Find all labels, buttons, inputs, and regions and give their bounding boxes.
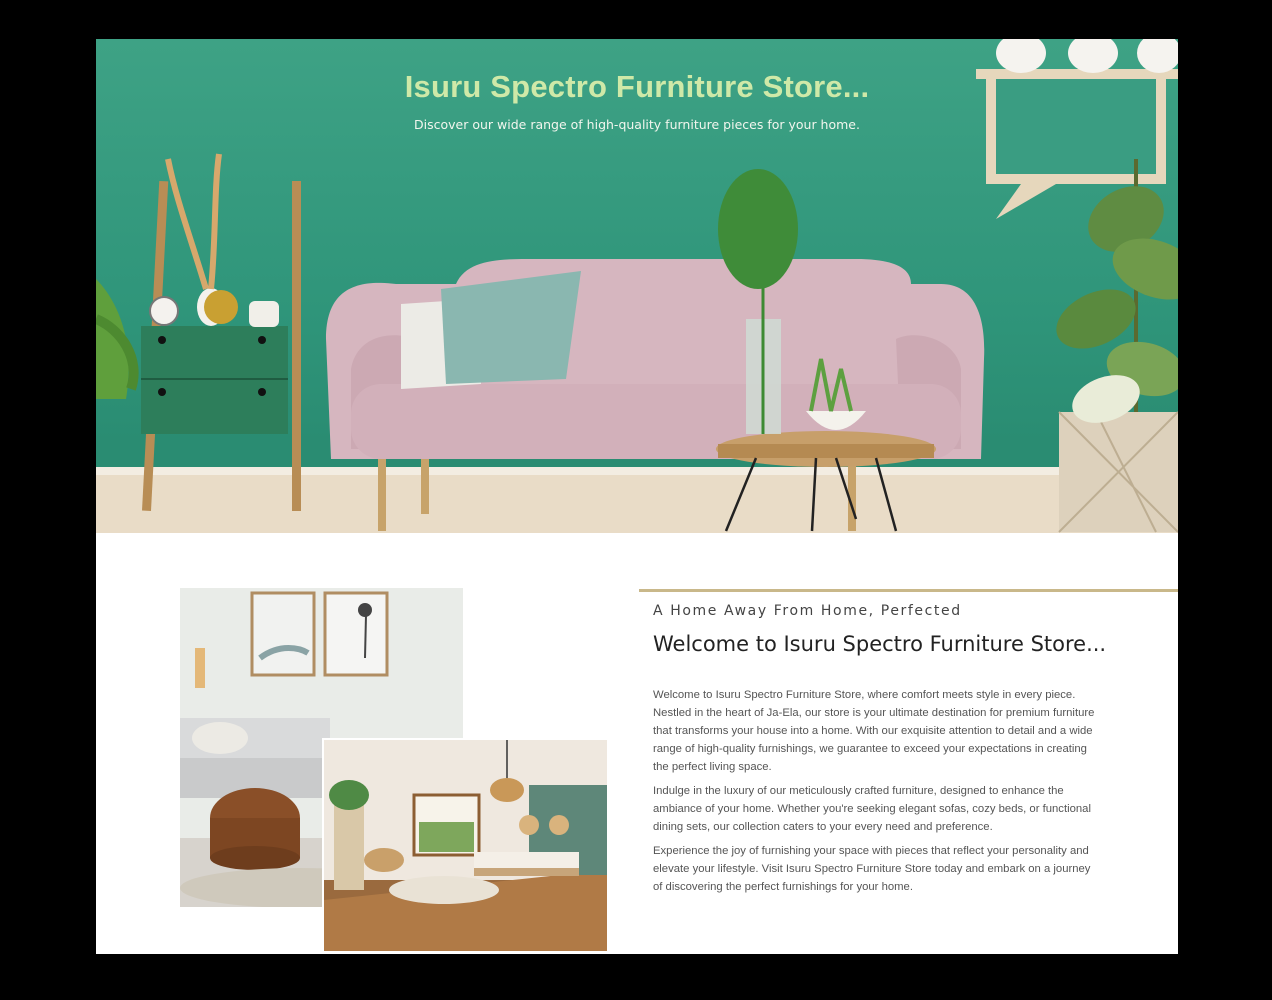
about-section: A Home Away From Home, Perfected Welcome… xyxy=(96,533,1178,954)
about-body: Welcome to Isuru Spectro Furniture Store… xyxy=(653,686,1098,902)
section-kicker: A Home Away From Home, Perfected xyxy=(653,603,962,619)
bedroom-photo xyxy=(322,738,607,951)
hero-living-room-image xyxy=(96,39,1178,533)
page: Isuru Spectro Furniture Store... Discove… xyxy=(96,39,1178,954)
about-paragraph: Experience the joy of furnishing your sp… xyxy=(653,845,1091,893)
hero-title: Isuru Spectro Furniture Store... xyxy=(404,69,870,104)
hero-banner: Isuru Spectro Furniture Store... Discove… xyxy=(96,39,1178,533)
welcome-heading: Welcome to Isuru Spectro Furniture Store… xyxy=(653,632,1107,656)
about-paragraph: Indulge in the luxury of our meticulousl… xyxy=(653,785,1091,833)
hero-subtitle: Discover our wide range of high-quality … xyxy=(414,117,860,132)
about-paragraph: Welcome to Isuru Spectro Furniture Store… xyxy=(653,689,1095,773)
section-divider xyxy=(639,589,1178,592)
